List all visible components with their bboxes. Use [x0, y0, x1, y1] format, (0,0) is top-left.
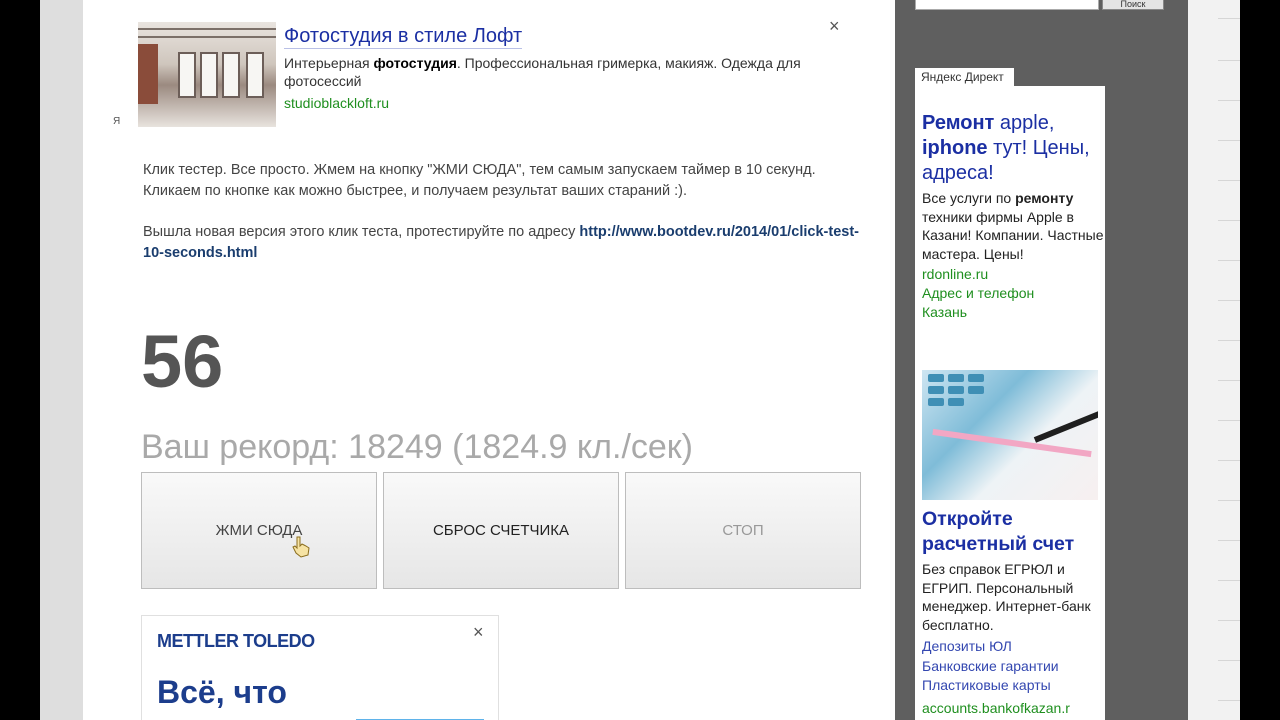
close-icon[interactable]: × — [829, 17, 840, 35]
yandex-direct-label: Яндекс Директ — [915, 68, 1014, 86]
ad2-text: Без справок ЕГРЮЛ и ЕГРИП. Персональный … — [922, 561, 1091, 633]
top-ad[interactable]: Фотостудия в стиле Лофт Интерьерная фото… — [113, 22, 838, 132]
top-ad-description: Интерьерная фотостудия. Профессиональная… — [284, 55, 801, 89]
click-counter: 56 — [141, 320, 224, 403]
sidebar: Поиск Яндекс Директ Ремонт apple, iphone … — [895, 0, 1188, 720]
yandex-mark-icon: Я — [113, 116, 121, 127]
mettler-toledo-logo: METTLER TOLEDO — [157, 631, 315, 651]
hand-cursor-icon — [292, 536, 310, 558]
stop-button[interactable]: СТОП — [625, 472, 861, 589]
ad1-text: Все услуги по ремонту техники фирмы Appl… — [922, 190, 1104, 262]
ad2-links: Депозиты ЮЛ Банковские гарантии Пластико… — [922, 637, 1059, 696]
bottom-ad-slogan: Всё, что — [157, 674, 287, 710]
top-ad-domain[interactable]: studioblackloft.ru — [284, 95, 389, 111]
ad2-title[interactable]: Откройте расчетный счет — [922, 507, 1102, 557]
ad2-link-deposits[interactable]: Депозиты ЮЛ — [922, 637, 1059, 657]
ad2-domain[interactable]: accounts.bankofkazan.r — [922, 699, 1106, 718]
main-content: Фотостудия в стиле Лофт Интерьерная фото… — [83, 0, 915, 720]
top-ad-title[interactable]: Фотостудия в стиле Лофт — [284, 24, 523, 49]
ad2-link-guarantees[interactable]: Банковские гарантии — [922, 657, 1059, 677]
reset-counter-button[interactable]: СБРОС СЧЕТЧИКА — [383, 472, 619, 589]
ad1-domain[interactable]: rdonline.ru — [922, 265, 1106, 284]
browser-page: Фотостудия в стиле Лофт Интерьерная фото… — [40, 0, 1240, 720]
record-text: Ваш рекорд: 18249 (1824.9 кл./сек) — [141, 428, 694, 466]
close-icon[interactable]: × — [473, 623, 484, 641]
bottom-ad[interactable]: METTLER TOLEDO Всё, что × — [141, 615, 499, 720]
calculator-photo[interactable] — [922, 370, 1098, 500]
ad1-address-link[interactable]: Адрес и телефон Казань — [922, 284, 1052, 321]
new-version-paragraph: Вышла новая версия этого клик теста, про… — [143, 224, 859, 261]
yandex-direct-ads: Ремонт apple, iphone тут! Цены, адреса! В… — [915, 86, 1105, 720]
loft-photo[interactable] — [138, 22, 276, 127]
ad2-link-cards[interactable]: Пластиковые карты — [922, 676, 1059, 696]
description-paragraph: Клик тестер. Все просто. Жмем на кнопку … — [143, 162, 816, 199]
page-margin — [1188, 0, 1240, 720]
search-button[interactable]: Поиск — [1102, 0, 1164, 10]
click-here-button[interactable]: ЖМИ СЮДА — [141, 472, 377, 589]
search-input[interactable] — [915, 0, 1099, 10]
ad1-title[interactable]: Ремонт apple, iphone тут! Цены, адреса! — [922, 111, 1102, 186]
